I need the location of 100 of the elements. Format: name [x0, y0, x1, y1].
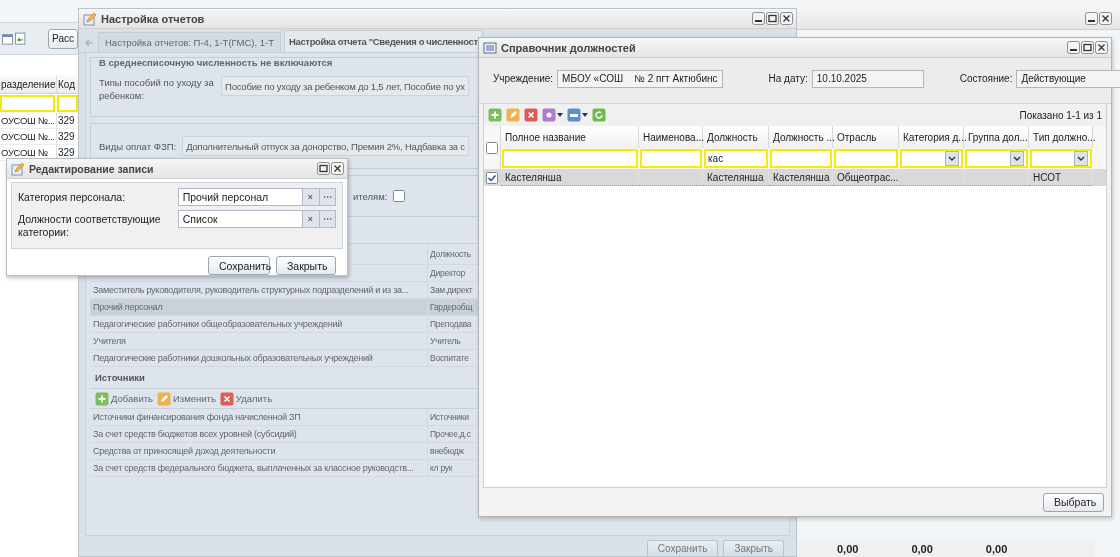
save-button[interactable]: Сохранить: [646, 540, 719, 556]
save-button[interactable]: Сохранить: [208, 256, 270, 275]
text-field[interactable]: Действующие: [1016, 69, 1120, 88]
column-header[interactable]: Должность: [428, 244, 474, 264]
section-title: Источники: [95, 372, 145, 383]
clear-button[interactable]: [303, 210, 320, 228]
column-header[interactable]: Полное название: [501, 126, 639, 148]
column-header[interactable]: разделение: [0, 75, 57, 93]
text-field[interactable]: МБОУ «СОШ № 2 пгт Актюбинс: [557, 69, 723, 88]
checkbox[interactable]: [393, 190, 406, 202]
table-cell: ОУСОШ №...: [0, 113, 57, 128]
filter-field[interactable]: [57, 95, 78, 112]
table-row[interactable]: Кастелянша Кастелянша Кастелянша Общеотрас... НСОТ: [484, 169, 1106, 186]
calculate-button[interactable]: Расс: [48, 28, 78, 49]
field-label: Виды оплат ФЗП:: [99, 140, 177, 152]
column-header[interactable]: Наименова...: [639, 126, 703, 148]
column-header[interactable]: Категория д...: [899, 126, 964, 148]
text-field[interactable]: Прочий персонал: [177, 188, 304, 206]
table-cell: Источники финансирования фонда начисленной ЗП: [90, 409, 428, 425]
tab[interactable]: Настройка отчетов: П-4, 1-Т(ГМС), 1-Т: [98, 32, 281, 52]
table-cell: НСОТ: [1029, 169, 1093, 186]
field-label: На дату:: [768, 73, 808, 84]
delete-icon[interactable]: [219, 391, 234, 406]
maximize-button[interactable]: [317, 162, 330, 175]
close-button[interactable]: [1095, 41, 1108, 54]
table-cell-text: кл рук: [429, 462, 454, 475]
export-icon[interactable]: [15, 30, 27, 47]
column-header[interactable]: Должность ...: [769, 126, 833, 148]
table-cell-text: Учитель: [429, 335, 462, 348]
filter-field[interactable]: кас: [704, 149, 768, 168]
toolbar-button[interactable]: Изменить: [157, 391, 216, 406]
clear-button[interactable]: [303, 188, 320, 206]
minimize-button[interactable]: [1067, 41, 1080, 54]
tab[interactable]: Настройка отчета "Сведения о численност: [283, 30, 483, 52]
calendar-icon[interactable]: [2, 31, 14, 46]
table-cell-text: Источники: [429, 411, 470, 424]
total-value: 0,00: [837, 543, 859, 555]
table-cell: Учителя: [90, 333, 428, 349]
close-button[interactable]: [780, 12, 793, 25]
close-button[interactable]: [1099, 12, 1112, 25]
text-field[interactable]: 10.10.2025: [811, 69, 924, 88]
add-icon[interactable]: [488, 108, 502, 122]
table-cell: Кастелянша: [501, 169, 639, 186]
table-cell-text: 329: [57, 146, 76, 160]
window-title: Справочник должностей: [501, 41, 636, 54]
add-icon[interactable]: [95, 391, 109, 406]
table-cell: Кастелянша: [769, 169, 833, 186]
table-cell-text: Прочее,д.с: [429, 428, 472, 441]
table-row[interactable]: Педагогические работники общеобразовательных учреждений Преподава: [90, 316, 478, 333]
table-row[interactable]: Учителя Учитель: [90, 333, 478, 350]
column-header[interactable]: Код: [57, 75, 78, 93]
list-icon: [483, 40, 497, 55]
table-cell: ОУСОШ №...: [0, 129, 57, 144]
table-row[interactable]: Прочий персонал Гардеробщ: [90, 299, 478, 316]
filter-field[interactable]: [502, 149, 638, 168]
checkbox[interactable]: [486, 141, 498, 154]
text-field[interactable]: Пособие по уходу за ребенком до 1,5 лет, Пособие по ух: [221, 76, 469, 96]
section-title: В среднесписочную численность не включаются: [99, 57, 334, 70]
table-row[interactable]: Педагогические работники дошкольных образовательных учреждений Воспитате: [90, 350, 478, 367]
table-cell-text: Директор: [429, 267, 467, 280]
caret-icon[interactable]: [582, 113, 588, 117]
caret-icon[interactable]: [557, 113, 563, 117]
minimize-button[interactable]: [1085, 12, 1098, 25]
table-cell: За счет средств федерального бюджета, выплаченных за классное руководств...: [90, 460, 428, 476]
text-field[interactable]: Дополнительный отпуск за донорство, Премия 2%, Надбавка за с: [182, 136, 469, 156]
close-button[interactable]: Закрыть: [276, 256, 336, 275]
total-value: 0,00: [911, 543, 933, 555]
text-field[interactable]: Список: [177, 210, 304, 228]
toolbar-button[interactable]: Удалить: [219, 391, 273, 406]
filter-field[interactable]: [0, 95, 55, 112]
column-header[interactable]: Должность: [703, 126, 769, 148]
column-header[interactable]: Отрасль: [833, 126, 899, 148]
field-label: Категория персонала:: [18, 190, 127, 204]
field-label: Учреждение:: [493, 73, 554, 84]
table-cell-text: внебюдж: [429, 445, 465, 458]
delete-icon[interactable]: [524, 108, 538, 122]
column-header[interactable]: Группа дол...: [964, 126, 1029, 148]
checkbox[interactable]: [486, 171, 498, 184]
table-cell-text: Воспитате: [429, 352, 470, 365]
field-label: Состояние:: [959, 73, 1013, 84]
table-cell: Общеотрас...: [833, 169, 899, 186]
select-button[interactable]: Выбрать: [1043, 492, 1104, 512]
table-cell: Средства от приносящей доход деятельности: [90, 443, 428, 459]
minimize-button[interactable]: [752, 12, 765, 25]
column-header[interactable]: Тип должно...: [1029, 126, 1093, 148]
filter-field[interactable]: [640, 149, 702, 168]
maximize-button[interactable]: [1081, 41, 1094, 54]
paging-info: Показано 1-1 из 1: [1019, 109, 1102, 121]
dialog-title: Редактирование записи: [29, 162, 154, 175]
toolbar-button[interactable]: Добавить: [95, 391, 153, 406]
pencil-icon[interactable]: [506, 108, 520, 122]
close-button[interactable]: [331, 162, 344, 175]
close-button[interactable]: Закрыть: [723, 540, 784, 556]
pencil-icon: [11, 161, 25, 176]
pencil-icon[interactable]: [157, 391, 171, 406]
table-cell: За счет средств бюджетов всех уровней (субсидий): [90, 426, 428, 442]
filter-field[interactable]: [770, 149, 832, 168]
filter-field[interactable]: [834, 149, 898, 168]
maximize-button[interactable]: [766, 12, 779, 25]
table-cell: Кастелянша: [703, 169, 769, 186]
